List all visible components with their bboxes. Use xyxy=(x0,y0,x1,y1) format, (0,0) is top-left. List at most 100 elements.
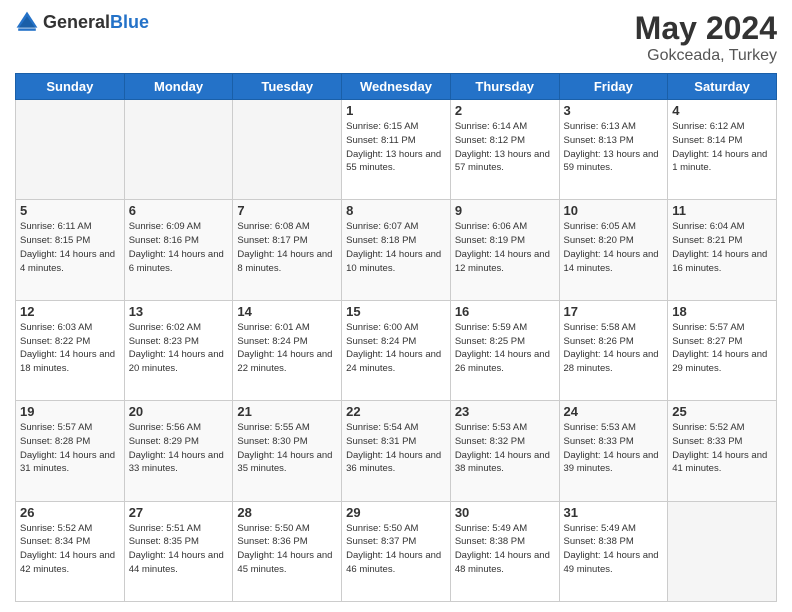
calendar-cell xyxy=(124,100,233,200)
day-number: 13 xyxy=(129,304,229,319)
calendar-week-2: 12Sunrise: 6:03 AM Sunset: 8:22 PM Dayli… xyxy=(16,300,777,400)
calendar-cell: 11Sunrise: 6:04 AM Sunset: 8:21 PM Dayli… xyxy=(668,200,777,300)
day-info: Sunrise: 5:50 AM Sunset: 8:37 PM Dayligh… xyxy=(346,522,446,577)
day-info: Sunrise: 6:14 AM Sunset: 8:12 PM Dayligh… xyxy=(455,120,555,175)
calendar-week-1: 5 Sunrise: 6:11 AM Sunset: 8:15 PM Daylig… xyxy=(16,200,777,300)
calendar-cell: 10Sunrise: 6:05 AM Sunset: 8:20 PM Dayli… xyxy=(559,200,668,300)
calendar-cell: 29 Sunrise: 5:50 AM Sunset: 8:37 PM Dayli… xyxy=(342,501,451,601)
calendar-week-0: 1 Sunrise: 6:15 AM Sunset: 8:11 PM Daylig… xyxy=(16,100,777,200)
title-block: May 2024 Gokceada, Turkey xyxy=(635,10,777,65)
day-number: 15 xyxy=(346,304,446,319)
calendar-cell: 15Sunrise: 6:00 AM Sunset: 8:24 PM Dayli… xyxy=(342,300,451,400)
calendar-week-3: 19 Sunrise: 5:57 AM Sunset: 8:28 PM Dayli… xyxy=(16,401,777,501)
day-info: Sunrise: 6:08 AM Sunset: 8:17 PM Dayligh… xyxy=(237,220,337,275)
subtitle: Gokceada, Turkey xyxy=(635,47,777,65)
day-info: Sunrise: 6:03 AM Sunset: 8:22 PM Dayligh… xyxy=(20,321,120,376)
day-info: Sunrise: 6:12 AM Sunset: 8:14 PM Dayligh… xyxy=(672,120,772,175)
day-info: Sunrise: 5:49 AM Sunset: 8:38 PM Dayligh… xyxy=(455,522,555,577)
calendar-cell: 27 Sunrise: 5:51 AM Sunset: 8:35 PM Dayli… xyxy=(124,501,233,601)
day-info: Sunrise: 5:56 AM Sunset: 8:29 PM Dayligh… xyxy=(129,421,229,476)
day-number: 17 xyxy=(564,304,664,319)
calendar-cell: 25 Sunrise: 5:52 AM Sunset: 8:33 PM Dayli… xyxy=(668,401,777,501)
day-number: 21 xyxy=(237,404,337,419)
day-number: 6 xyxy=(129,203,229,218)
day-number: 10 xyxy=(564,203,664,218)
day-number: 22 xyxy=(346,404,446,419)
day-number: 26 xyxy=(20,505,120,520)
logo: GeneralBlue xyxy=(15,10,149,34)
day-info: Sunrise: 6:11 AM Sunset: 8:15 PM Dayligh… xyxy=(20,220,120,275)
day-info: Sunrise: 6:15 AM Sunset: 8:11 PM Dayligh… xyxy=(346,120,446,175)
calendar-cell: 9 Sunrise: 6:06 AM Sunset: 8:19 PM Daylig… xyxy=(450,200,559,300)
day-number: 18 xyxy=(672,304,772,319)
calendar-cell: 18 Sunrise: 5:57 AM Sunset: 8:27 PM Dayli… xyxy=(668,300,777,400)
day-number: 25 xyxy=(672,404,772,419)
day-info: Sunrise: 5:57 AM Sunset: 8:27 PM Dayligh… xyxy=(672,321,772,376)
calendar-cell xyxy=(668,501,777,601)
day-info: Sunrise: 6:13 AM Sunset: 8:13 PM Dayligh… xyxy=(564,120,664,175)
calendar-cell: 13 Sunrise: 6:02 AM Sunset: 8:23 PM Dayli… xyxy=(124,300,233,400)
header: GeneralBlue May 2024 Gokceada, Turkey xyxy=(15,10,777,65)
day-number: 2 xyxy=(455,103,555,118)
col-monday: Monday xyxy=(124,74,233,100)
day-number: 16 xyxy=(455,304,555,319)
day-info: Sunrise: 5:58 AM Sunset: 8:26 PM Dayligh… xyxy=(564,321,664,376)
day-info: Sunrise: 6:09 AM Sunset: 8:16 PM Dayligh… xyxy=(129,220,229,275)
calendar-cell: 4 Sunrise: 6:12 AM Sunset: 8:14 PM Daylig… xyxy=(668,100,777,200)
day-number: 8 xyxy=(346,203,446,218)
col-thursday: Thursday xyxy=(450,74,559,100)
day-info: Sunrise: 5:57 AM Sunset: 8:28 PM Dayligh… xyxy=(20,421,120,476)
day-info: Sunrise: 5:54 AM Sunset: 8:31 PM Dayligh… xyxy=(346,421,446,476)
day-info: Sunrise: 5:53 AM Sunset: 8:32 PM Dayligh… xyxy=(455,421,555,476)
day-number: 28 xyxy=(237,505,337,520)
day-info: Sunrise: 6:02 AM Sunset: 8:23 PM Dayligh… xyxy=(129,321,229,376)
calendar-cell: 20 Sunrise: 5:56 AM Sunset: 8:29 PM Dayli… xyxy=(124,401,233,501)
calendar-cell: 24Sunrise: 5:53 AM Sunset: 8:33 PM Dayli… xyxy=(559,401,668,501)
day-info: Sunrise: 5:59 AM Sunset: 8:25 PM Dayligh… xyxy=(455,321,555,376)
day-info: Sunrise: 5:53 AM Sunset: 8:33 PM Dayligh… xyxy=(564,421,664,476)
day-number: 5 xyxy=(20,203,120,218)
day-number: 30 xyxy=(455,505,555,520)
calendar-cell: 26 Sunrise: 5:52 AM Sunset: 8:34 PM Dayli… xyxy=(16,501,125,601)
day-number: 3 xyxy=(564,103,664,118)
col-wednesday: Wednesday xyxy=(342,74,451,100)
col-friday: Friday xyxy=(559,74,668,100)
calendar-cell: 8 Sunrise: 6:07 AM Sunset: 8:18 PM Daylig… xyxy=(342,200,451,300)
col-saturday: Saturday xyxy=(668,74,777,100)
calendar-cell: 3 Sunrise: 6:13 AM Sunset: 8:13 PM Daylig… xyxy=(559,100,668,200)
day-info: Sunrise: 5:51 AM Sunset: 8:35 PM Dayligh… xyxy=(129,522,229,577)
day-info: Sunrise: 5:55 AM Sunset: 8:30 PM Dayligh… xyxy=(237,421,337,476)
calendar-cell: 5 Sunrise: 6:11 AM Sunset: 8:15 PM Daylig… xyxy=(16,200,125,300)
day-number: 31 xyxy=(564,505,664,520)
day-info: Sunrise: 6:06 AM Sunset: 8:19 PM Dayligh… xyxy=(455,220,555,275)
calendar-cell: 2 Sunrise: 6:14 AM Sunset: 8:12 PM Daylig… xyxy=(450,100,559,200)
calendar-cell: 21 Sunrise: 5:55 AM Sunset: 8:30 PM Dayli… xyxy=(233,401,342,501)
day-info: Sunrise: 6:07 AM Sunset: 8:18 PM Dayligh… xyxy=(346,220,446,275)
day-number: 19 xyxy=(20,404,120,419)
day-info: Sunrise: 6:04 AM Sunset: 8:21 PM Dayligh… xyxy=(672,220,772,275)
day-number: 27 xyxy=(129,505,229,520)
calendar-cell: 31 Sunrise: 5:49 AM Sunset: 8:38 PM Dayli… xyxy=(559,501,668,601)
day-info: Sunrise: 6:01 AM Sunset: 8:24 PM Dayligh… xyxy=(237,321,337,376)
calendar-cell: 12Sunrise: 6:03 AM Sunset: 8:22 PM Dayli… xyxy=(16,300,125,400)
calendar-cell xyxy=(16,100,125,200)
day-info: Sunrise: 5:50 AM Sunset: 8:36 PM Dayligh… xyxy=(237,522,337,577)
logo-general: General xyxy=(43,12,110,32)
day-info: Sunrise: 5:52 AM Sunset: 8:33 PM Dayligh… xyxy=(672,421,772,476)
calendar-cell: 23 Sunrise: 5:53 AM Sunset: 8:32 PM Dayli… xyxy=(450,401,559,501)
day-number: 9 xyxy=(455,203,555,218)
calendar-table: Sunday Monday Tuesday Wednesday Thursday… xyxy=(15,73,777,602)
col-tuesday: Tuesday xyxy=(233,74,342,100)
day-number: 23 xyxy=(455,404,555,419)
calendar-cell: 1 Sunrise: 6:15 AM Sunset: 8:11 PM Daylig… xyxy=(342,100,451,200)
calendar-week-4: 26 Sunrise: 5:52 AM Sunset: 8:34 PM Dayli… xyxy=(16,501,777,601)
day-number: 4 xyxy=(672,103,772,118)
calendar-header-row: Sunday Monday Tuesday Wednesday Thursday… xyxy=(16,74,777,100)
logo-icon xyxy=(15,10,39,34)
day-info: Sunrise: 5:49 AM Sunset: 8:38 PM Dayligh… xyxy=(564,522,664,577)
day-number: 29 xyxy=(346,505,446,520)
day-info: Sunrise: 5:52 AM Sunset: 8:34 PM Dayligh… xyxy=(20,522,120,577)
day-number: 1 xyxy=(346,103,446,118)
day-number: 20 xyxy=(129,404,229,419)
calendar-cell: 22 Sunrise: 5:54 AM Sunset: 8:31 PM Dayli… xyxy=(342,401,451,501)
